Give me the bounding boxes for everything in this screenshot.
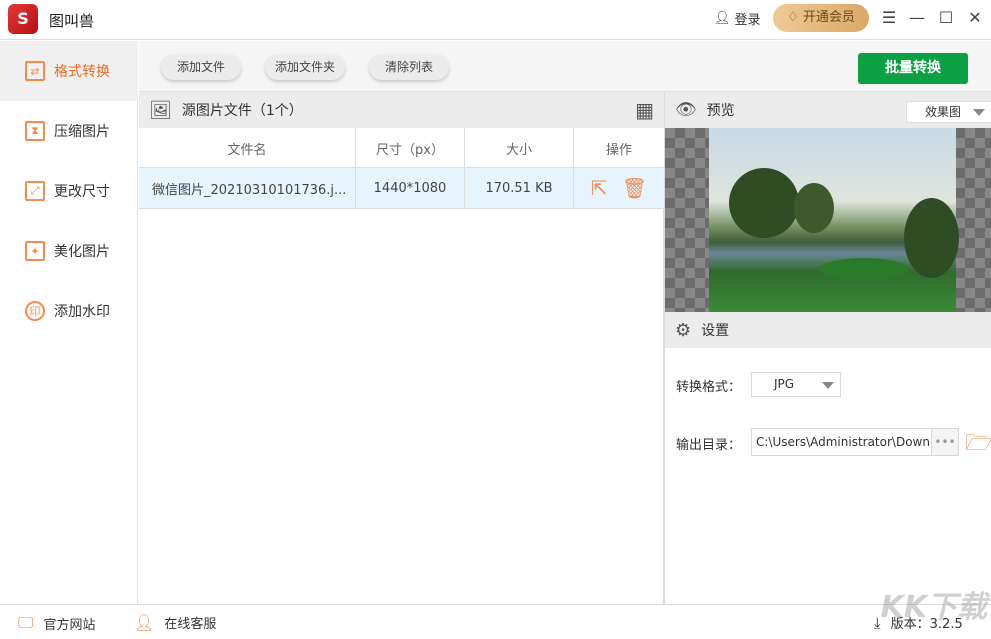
website-link[interactable]: 🖵 官方网站: [18, 613, 95, 633]
format-label: 转换格式：: [676, 380, 742, 395]
sidebar-item-compress[interactable]: ⧗ 压缩图片: [0, 101, 138, 161]
preview-mode-value: 效果图: [925, 105, 962, 119]
website-label: 官方网站: [43, 617, 96, 633]
open-external-icon[interactable]: ⇱: [591, 176, 608, 200]
preview-title: 预览: [706, 103, 735, 119]
image-icon: 🖼︎: [149, 99, 172, 121]
minimize-button[interactable]: —: [907, 8, 927, 28]
diamond-icon: ♢: [787, 10, 803, 25]
column-header-dimensions: 尺寸（px）: [356, 128, 465, 168]
format-select[interactable]: JPG: [751, 372, 841, 397]
trash-icon[interactable]: 🗑︎: [622, 176, 647, 200]
settings-title: 设置: [701, 323, 730, 339]
add-file-button[interactable]: 添加文件: [161, 54, 241, 80]
compress-icon: ⧗: [25, 121, 45, 141]
sidebar-item-label: 更改尺寸: [54, 184, 110, 200]
sidebar-item-watermark[interactable]: 印添加水印: [0, 281, 138, 341]
format-value: JPG: [774, 377, 795, 391]
table-header: 文件名 尺寸（px） 大小 操作: [139, 128, 664, 168]
column-header-name: 文件名: [139, 128, 356, 168]
sidebar: ⇄ 格式转换 ⧗ 压缩图片 ⤢ 更改尺寸 ✦ 美化图片 印添加水印: [0, 41, 138, 604]
resize-icon: ⤢: [25, 181, 45, 201]
output-dir-label: 输出目录：: [676, 438, 742, 453]
settings-header: ⚙ 设置: [665, 312, 991, 348]
app-logo: S: [8, 4, 38, 34]
file-list-area: [139, 209, 664, 604]
sidebar-item-label: 压缩图片: [54, 124, 110, 140]
file-size: 170.51 KB: [465, 168, 574, 208]
sidebar-item-resize[interactable]: ⤢ 更改尺寸: [0, 161, 138, 221]
convert-icon: ⇄: [25, 61, 45, 81]
file-dimensions: 1440*1080: [356, 168, 465, 208]
footer: 🖵 官方网站 👤︎ 在线客服 ⤓ 版本：3.2.5: [0, 604, 991, 639]
login-button[interactable]: 👤︎ 登录: [714, 9, 761, 28]
headset-icon: 👤︎: [134, 613, 155, 632]
watermark: KK下载: [880, 590, 988, 625]
app-title: 图叫兽: [49, 12, 95, 30]
folder-open-icon[interactable]: 🗁: [965, 426, 991, 464]
eye-icon: 👁︎: [675, 100, 697, 120]
vip-label: 开通会员: [802, 10, 855, 25]
table-row[interactable]: 微信图片_20210310101736.j... 1440*1080 170.5…: [139, 168, 664, 209]
preview-area: [665, 128, 991, 312]
gear-icon: ⚙: [675, 319, 692, 341]
close-button[interactable]: ✕: [965, 8, 985, 28]
file-name: 微信图片_20210310101736.j...: [139, 168, 356, 208]
sparkle-image-icon: ✦: [25, 241, 45, 261]
monitor-icon: 🖵: [18, 613, 34, 632]
grid-view-icon[interactable]: ▦: [635, 98, 654, 122]
source-files-title: 源图片文件（1个）: [181, 103, 303, 119]
sidebar-item-label: 格式转换: [54, 64, 110, 80]
toolbar: 添加文件 添加文件夹 清除列表 批量转换: [139, 41, 991, 92]
column-header-size: 大小: [465, 128, 574, 168]
stamp-icon: 印: [25, 301, 45, 321]
preview-mode-select[interactable]: 效果图: [906, 101, 991, 123]
batch-convert-button[interactable]: 批量转换: [858, 53, 968, 84]
preview-image: [709, 128, 959, 312]
menu-icon[interactable]: ☰: [879, 8, 899, 28]
sidebar-item-label: 美化图片: [54, 244, 110, 260]
sidebar-item-format-convert[interactable]: ⇄ 格式转换: [0, 41, 138, 101]
right-panel: 👁︎ 预览 效果图 ⚙ 设置 转换格式： JPG 输出目录： C:\Users\…: [664, 92, 991, 604]
preview-header: 👁︎ 预览 效果图: [665, 92, 991, 128]
add-folder-button[interactable]: 添加文件夹: [265, 54, 345, 80]
column-header-actions: 操作: [605, 142, 632, 158]
user-icon: 👤︎: [714, 11, 731, 26]
sidebar-item-label: 添加水印: [54, 304, 110, 320]
sidebar-item-beautify[interactable]: ✦ 美化图片: [0, 221, 138, 281]
browse-button[interactable]: •••: [931, 428, 959, 456]
support-link[interactable]: 👤︎ 在线客服: [134, 613, 216, 632]
vip-button[interactable]: ♢ 开通会员: [773, 4, 869, 32]
output-dir-input[interactable]: C:\Users\Administrator\Downloads: [751, 428, 932, 456]
login-label: 登录: [734, 13, 761, 28]
maximize-button[interactable]: ☐: [936, 8, 956, 28]
title-bar: S 图叫兽 👤︎ 登录 ♢ 开通会员 ☰ — ☐ ✕: [0, 0, 991, 40]
source-files-header: 🖼︎ 源图片文件（1个） ▦: [139, 92, 664, 128]
clear-list-button[interactable]: 清除列表: [369, 54, 449, 80]
support-label: 在线客服: [164, 617, 217, 632]
